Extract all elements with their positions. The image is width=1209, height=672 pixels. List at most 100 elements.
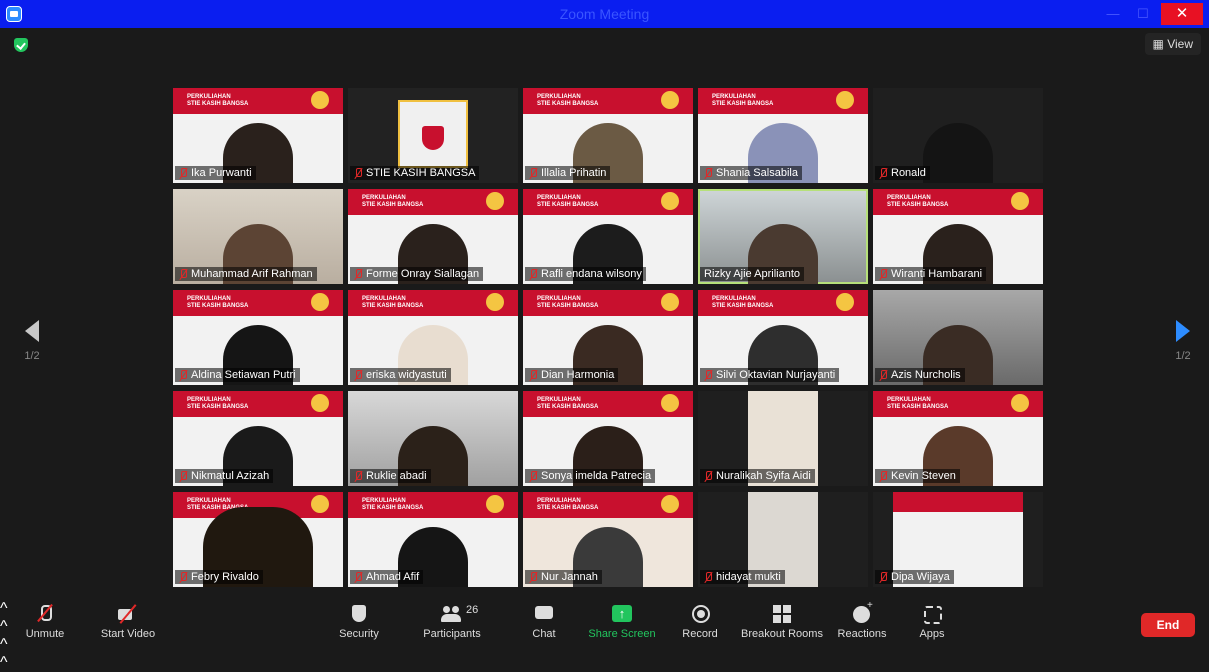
campus-logo-icon (1011, 192, 1029, 210)
mic-muted-icon (354, 269, 362, 279)
security-button[interactable]: Security (334, 604, 384, 640)
course-banner: PERKULIAHAN STIE KASIH BANGSA (873, 189, 1043, 215)
campus-logo-icon (661, 495, 679, 513)
campus-logo-icon (836, 91, 854, 109)
page-indicator-left: 1/2 (24, 350, 40, 362)
record-button[interactable]: Record (680, 604, 720, 640)
participant-name: Rafli endana wilsony (525, 267, 646, 281)
meeting-controls: Unmute ^ Start Video ^ Security 26 Partic… (0, 600, 1209, 671)
participant-name: Ika Purwanti (175, 166, 256, 180)
participant-tile[interactable]: PERKULIAHAN STIE KASIH BANGSA Kevin Steven (873, 391, 1043, 486)
participant-tile[interactable]: hidayat mukti (698, 492, 868, 587)
participant-tile[interactable]: Nuralikah Syifa Aidi (698, 391, 868, 486)
participant-tile[interactable]: PERKULIAHAN STIE KASIH BANGSA Sonya imelda… (523, 391, 693, 486)
course-banner: PERKULIAHAN STIE KASIH BANGSA (698, 88, 868, 114)
participant-name: Dipa Wijaya (875, 570, 954, 584)
participant-tile[interactable]: PERKULIAHAN STIE KASIH BANGSA Wiranti Hamb… (873, 189, 1043, 284)
campus-logo-icon (661, 394, 679, 412)
participant-tile[interactable]: PERKULIAHAN STIE KASIH BANGSA Febry Rivald… (173, 492, 343, 587)
course-banner: PERKULIAHAN STIE KASIH BANGSA (523, 290, 693, 316)
mic-muted-icon (529, 269, 537, 279)
share-screen-button[interactable]: Share Screen (588, 604, 656, 640)
participant-tile[interactable]: PERKULIAHAN STIE KASIH BANGSA Forme Onray … (348, 189, 518, 284)
campus-logo-icon (311, 91, 329, 109)
participant-name: Kevin Steven (875, 469, 960, 483)
participant-video (923, 123, 993, 183)
participant-tile[interactable]: PERKULIAHAN STIE KASIH BANGSA Illalia Prih… (523, 88, 693, 183)
participant-tile[interactable]: PERKULIAHAN STIE KASIH BANGSA Rafli endana… (523, 189, 693, 284)
participant-name: Shania Salsabila (700, 166, 802, 180)
apps-button[interactable]: Apps (914, 604, 950, 640)
participants-button[interactable]: 26 Participants (420, 604, 484, 640)
maximize-button[interactable]: ☐ (1129, 4, 1157, 24)
campus-logo-icon (836, 293, 854, 311)
participant-name: Ruklie abadi (350, 469, 431, 483)
course-banner: PERKULIAHAN STIE KASIH BANGSA (348, 290, 518, 316)
previous-page-button[interactable]: 1/2 (17, 320, 47, 362)
participant-tile[interactable]: PERKULIAHAN STIE KASIH BANGSA Silvi Oktavi… (698, 290, 868, 385)
participant-tile[interactable]: PERKULIAHAN STIE KASIH BANGSA eriska widya… (348, 290, 518, 385)
share-options-chevron-icon[interactable]: ^ (0, 654, 1209, 672)
participant-count: 26 (466, 604, 479, 616)
participants-icon: 26 (441, 604, 478, 624)
participant-name: Ahmad Afif (350, 570, 424, 584)
meeting-top-bar: ▦ View (0, 28, 1209, 62)
apps-icon (921, 604, 943, 624)
end-meeting-button[interactable]: End (1141, 613, 1195, 637)
reactions-button[interactable]: Reactions (836, 600, 888, 640)
unmute-button[interactable]: Unmute (20, 604, 70, 640)
participant-tile[interactable]: STIE KASIH BANGSA (348, 88, 518, 183)
course-banner: PERKULIAHAN STIE KASIH BANGSA (173, 391, 343, 417)
window-title: Zoom Meeting (559, 6, 650, 22)
participant-tile[interactable]: Ruklie abadi (348, 391, 518, 486)
participant-tile-active-speaker[interactable]: Rizky Ajie Aprilianto (698, 189, 868, 284)
campus-logo-icon (486, 495, 504, 513)
participant-name: Nikmatul Azizah (175, 469, 274, 483)
participant-tile[interactable]: Dipa Wijaya (873, 492, 1043, 587)
participant-tile[interactable]: PERKULIAHAN STIE KASIH BANGSA Nur Jannah (523, 492, 693, 587)
mic-muted-icon (529, 471, 537, 481)
view-button[interactable]: ▦ View (1144, 33, 1201, 55)
participant-name: Dian Harmonia (525, 368, 619, 382)
breakout-rooms-button[interactable]: Breakout Rooms (740, 604, 824, 640)
participant-name: Nur Jannah (525, 570, 602, 584)
chat-button[interactable]: Chat (524, 604, 564, 640)
mic-muted-icon (179, 572, 187, 582)
close-button[interactable]: ✕ (1161, 3, 1203, 25)
participant-tile[interactable]: PERKULIAHAN STIE KASIH BANGSA Ika Purwanti (173, 88, 343, 183)
participant-tile[interactable]: PERKULIAHAN STIE KASIH BANGSA Ahmad Afif (348, 492, 518, 587)
course-banner: PERKULIAHAN STIE KASIH BANGSA (348, 492, 518, 518)
start-video-button[interactable]: Start Video (96, 604, 160, 640)
participant-tile[interactable]: PERKULIAHAN STIE KASIH BANGSA Dian Harmoni… (523, 290, 693, 385)
share-screen-icon (611, 604, 633, 624)
breakout-rooms-icon (771, 604, 793, 624)
minimize-button[interactable]: — (1099, 4, 1127, 24)
mic-muted-icon (704, 572, 712, 582)
mic-muted-icon (879, 572, 887, 582)
encryption-shield-icon[interactable] (14, 38, 28, 52)
participant-name: Ronald (875, 166, 930, 180)
participant-name: Azis Nurcholis (875, 368, 965, 382)
participant-tile[interactable]: PERKULIAHAN STIE KASIH BANGSA Shania Salsa… (698, 88, 868, 183)
course-banner: PERKULIAHAN STIE KASIH BANGSA (523, 88, 693, 114)
mic-muted-icon (529, 370, 537, 380)
participant-tile[interactable]: Azis Nurcholis (873, 290, 1043, 385)
next-page-button[interactable]: 1/2 (1168, 320, 1198, 362)
participant-tile[interactable]: Ronald (873, 88, 1043, 183)
mic-muted-icon (354, 168, 362, 178)
mic-muted-icon (179, 471, 187, 481)
shield-icon (348, 604, 370, 624)
mic-muted-icon (354, 471, 362, 481)
participant-tile[interactable]: PERKULIAHAN STIE KASIH BANGSA Nikmatul Azi… (173, 391, 343, 486)
smiley-plus-icon (851, 600, 873, 624)
course-banner: PERKULIAHAN STIE KASIH BANGSA (173, 290, 343, 316)
mic-muted-icon (879, 168, 887, 178)
mic-muted-icon (179, 370, 187, 380)
course-banner: PERKULIAHAN STIE KASIH BANGSA (348, 189, 518, 215)
campus-logo-icon (1011, 394, 1029, 412)
participant-name: Sonya imelda Patrecia (525, 469, 656, 483)
view-label: View (1167, 37, 1193, 51)
participant-tile[interactable]: Muhammad Arif Rahman (173, 189, 343, 284)
participant-tile[interactable]: PERKULIAHAN STIE KASIH BANGSA Aldina Setia… (173, 290, 343, 385)
gallery-grid: PERKULIAHAN STIE KASIH BANGSA Ika Purwanti… (173, 88, 1043, 588)
